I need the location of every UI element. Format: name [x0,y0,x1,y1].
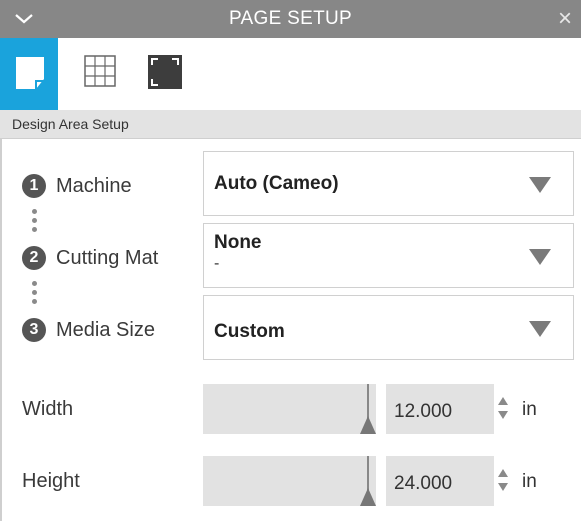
slider-thumb-icon[interactable] [360,488,376,506]
panel-title: PAGE SETUP [228,8,352,29]
height-label: Height [22,470,80,492]
cutting-mat-dropdown[interactable]: None - [203,223,574,288]
width-stepper[interactable] [494,384,514,434]
machine-label: Machine [56,174,132,197]
step-connector-dots [32,281,38,308]
step-connector-dots [32,209,38,236]
machine-value: Auto (Cameo) [214,173,339,194]
panel-titlebar: PAGE SETUP × [0,0,581,38]
step-cutting-mat-label: 2 Cutting Mat [22,243,158,273]
step-number-badge: 2 [22,246,46,270]
height-unit: in [522,471,537,492]
width-slider[interactable] [203,384,376,434]
height-input[interactable]: 24.000 [386,456,494,506]
machine-dropdown[interactable]: Auto (Cameo) [203,151,574,216]
stepper-down-icon[interactable] [498,483,508,491]
stepper-down-icon[interactable] [498,411,508,419]
cutting-mat-value: None [214,232,262,253]
cutting-mat-subvalue: - [214,255,220,272]
registration-marks-tab[interactable] [134,38,192,110]
grid-icon [84,55,116,87]
height-stepper[interactable] [494,456,514,506]
chevron-down-icon [529,249,551,265]
media-size-dropdown[interactable]: Custom [203,295,574,360]
width-unit: in [522,399,537,420]
left-divider [0,139,2,521]
media-size-value: Custom [214,321,285,342]
step-number-badge: 1 [22,174,46,198]
stepper-up-icon[interactable] [498,469,508,477]
grid-tab[interactable] [70,38,128,110]
slider-thumb-icon[interactable] [360,416,376,434]
cutting-mat-label: Cutting Mat [56,246,159,269]
page-setup-tab[interactable] [0,38,58,110]
height-slider[interactable] [203,456,376,506]
step-number-badge: 3 [22,318,46,342]
registration-marks-icon [148,55,182,89]
width-input[interactable]: 12.000 [386,384,494,434]
media-size-label: Media Size [56,318,155,341]
chevron-down-icon [529,321,551,337]
chevron-down-icon [529,177,551,193]
page-setup-icon [16,57,44,89]
panel-toolbar [0,38,581,111]
stepper-up-icon[interactable] [498,397,508,405]
step-media-size-label: 3 Media Size [22,315,155,345]
step-machine-label: 1 Machine [22,171,132,201]
width-label: Width [22,398,74,420]
section-header: Design Area Setup [0,110,581,139]
close-icon[interactable]: × [551,4,579,34]
